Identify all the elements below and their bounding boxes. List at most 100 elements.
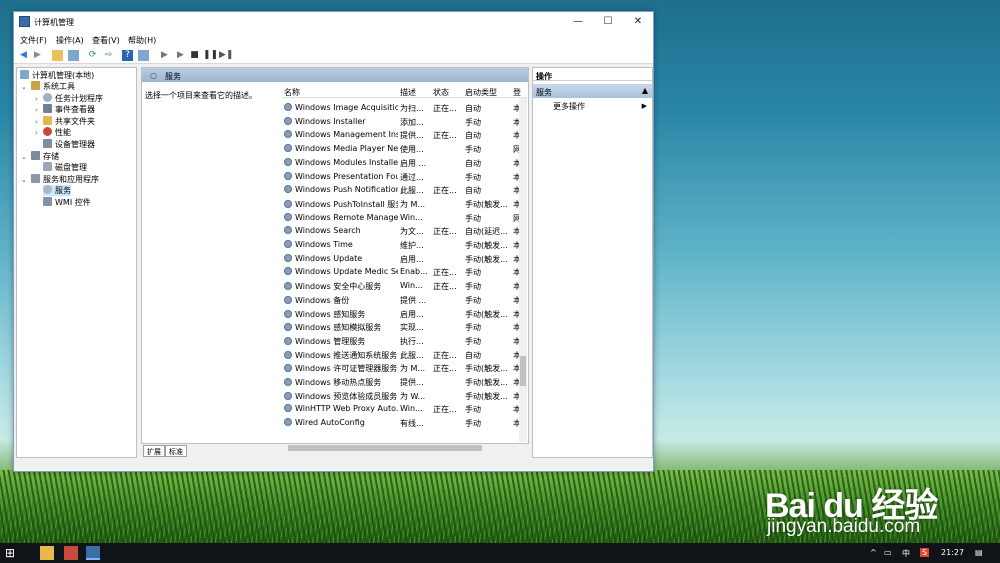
- table-row[interactable]: Windows Installer 添加... 手动本: [282, 115, 522, 129]
- col-name[interactable]: 名称: [284, 87, 300, 98]
- cell-text: 手动: [465, 282, 481, 292]
- clock[interactable]: 21:27: [941, 548, 964, 557]
- table-row[interactable]: Windows Update 启用... 手动(触发... 本: [282, 252, 522, 266]
- table-row[interactable]: Windows Update Medic Se... Enab... 正在... 手动…: [282, 265, 522, 279]
- collapse-arrow-icon[interactable]: ▲: [642, 86, 648, 95]
- sogou-icon[interactable]: S: [920, 548, 930, 557]
- table-row[interactable]: Windows 安全中心服务 Win... 正在... 手动本: [282, 279, 522, 293]
- cell-text: Windows 备份: [295, 295, 350, 305]
- menu-view[interactable]: 查看(V): [92, 35, 120, 46]
- tree-item-event-viewer[interactable]: 事件查看器: [43, 104, 95, 115]
- tree-item-device-manager[interactable]: 设备管理器: [43, 139, 95, 150]
- service-status: 正在...: [433, 267, 463, 278]
- table-row[interactable]: Windows 许可证管理器服务为 M... 正在... 手动(触发... 本: [282, 361, 522, 375]
- services-apps-icon: [31, 174, 40, 183]
- help-icon[interactable]: ?: [122, 50, 133, 61]
- table-row[interactable]: Windows Image Acquisitio... 为扫... 正在... 自动本: [282, 101, 522, 115]
- tree-item-task-scheduler[interactable]: 任务计划程序: [43, 93, 103, 104]
- expand-icon[interactable]: ›: [35, 95, 38, 103]
- col-status[interactable]: 状态: [433, 87, 449, 98]
- start-service-2-icon[interactable]: ▶: [175, 50, 186, 61]
- forward-icon[interactable]: ▶: [32, 50, 43, 61]
- col-startup-type[interactable]: 启动类型: [465, 87, 497, 98]
- table-row[interactable]: Windows Modules Installer 启用 ... 自动本: [282, 156, 522, 170]
- ime-indicator[interactable]: 中: [902, 548, 910, 559]
- tree-item-system-tools[interactable]: 系统工具: [31, 81, 75, 92]
- minimize-button[interactable]: —: [563, 12, 593, 32]
- windows-start-icon[interactable]: ⊞: [5, 546, 19, 560]
- taskbar: ⊞ ^ ▭ 中 S 21:27 ▤: [0, 543, 1000, 563]
- table-row[interactable]: Windows PushToInstall 服务为 M... 手动(触发... 本: [282, 197, 522, 211]
- network-icon[interactable]: ▭: [884, 548, 892, 557]
- cell-text: 手动(触发...: [465, 378, 508, 387]
- refresh-icon[interactable]: ⟳: [87, 50, 98, 61]
- tab-extended[interactable]: 扩展: [143, 445, 165, 457]
- menu-action[interactable]: 操作(A): [56, 35, 84, 46]
- back-icon[interactable]: ◀: [18, 50, 29, 61]
- file-explorer-icon[interactable]: [40, 546, 54, 560]
- tree-label: 服务: [55, 186, 71, 195]
- close-button[interactable]: ✕: [623, 12, 653, 32]
- table-row[interactable]: Windows 预览体验成员服务为 W... 手动(触发... 本: [282, 389, 522, 403]
- table-row[interactable]: Windows Push Notification... 此服... 正在... 自动…: [282, 183, 522, 197]
- action-pane-icon[interactable]: [138, 50, 149, 61]
- stop-service-icon[interactable]: ■: [189, 50, 200, 61]
- table-row[interactable]: Wired AutoConfig 有线... 手动本: [282, 416, 522, 430]
- table-row[interactable]: Windows Remote Manage... Win... 手动网: [282, 211, 522, 225]
- vertical-scrollbar[interactable]: [519, 98, 527, 442]
- table-row[interactable]: Windows Management Ins... 提供... 正在... 自动本: [282, 128, 522, 142]
- tray-overflow-icon[interactable]: ^: [870, 548, 877, 557]
- table-row[interactable]: WinHTTP Web Proxy Auto... Win... 正在... 手动本: [282, 402, 522, 416]
- collapse-icon[interactable]: ⌄: [21, 176, 27, 184]
- col-logon[interactable]: 登: [513, 87, 521, 98]
- menu-file[interactable]: 文件(F): [20, 35, 47, 46]
- table-row[interactable]: Windows Time 维护... 手动(触发... 本: [282, 238, 522, 252]
- tree-root[interactable]: 计算机管理(本地): [20, 70, 94, 81]
- cell-text: 手动: [465, 172, 481, 182]
- tree-item-disk-management[interactable]: 磁盘管理: [43, 162, 87, 173]
- tree-item-performance[interactable]: 性能: [43, 127, 71, 138]
- table-row[interactable]: Windows Presentation Fou... 通过... 手动本: [282, 170, 522, 184]
- start-service-icon[interactable]: ▶: [159, 50, 170, 61]
- tree-item-services-and-apps[interactable]: 服务和应用程序: [31, 174, 99, 185]
- collapse-icon[interactable]: ⌄: [21, 83, 27, 91]
- service-gear-icon: [284, 130, 292, 139]
- expand-icon[interactable]: ›: [35, 118, 38, 126]
- restart-service-icon[interactable]: ▶❚: [219, 50, 233, 61]
- actions-services-section[interactable]: 服务 ▲: [533, 84, 652, 98]
- app-red-icon[interactable]: [64, 546, 78, 560]
- expand-icon[interactable]: ›: [35, 129, 38, 137]
- table-row[interactable]: Windows 感知模拟服务 实现... 手动本: [282, 320, 522, 334]
- collapse-icon[interactable]: ⌄: [21, 153, 27, 161]
- table-row[interactable]: Windows Media Player Net... 使用... 手动网: [282, 142, 522, 156]
- show-hide-tree-icon[interactable]: [68, 50, 79, 61]
- table-row[interactable]: Windows 管理服务 执行... 手动本: [282, 334, 522, 348]
- title-bar[interactable]: 计算机管理 — ☐ ✕: [14, 12, 653, 32]
- table-row[interactable]: Windows Search 为文... 正在... 自动(延迟... 本: [282, 224, 522, 238]
- service-name: Windows 感知服务: [284, 309, 398, 320]
- table-row[interactable]: Windows 感知服务 启用... 手动(触发... 本: [282, 307, 522, 321]
- vertical-scroll-thumb[interactable]: [520, 356, 526, 386]
- expand-icon[interactable]: ›: [35, 106, 38, 114]
- computer-management-task-icon[interactable]: [86, 546, 100, 560]
- tree-item-storage[interactable]: 存储: [31, 151, 59, 162]
- horizontal-scroll-thumb[interactable]: [288, 445, 482, 451]
- table-row[interactable]: Windows 推送通知系统服务 此服... 正在... 自动本: [282, 348, 522, 362]
- tree-item-services[interactable]: 服务: [43, 185, 71, 196]
- maximize-button[interactable]: ☐: [593, 12, 623, 32]
- tree-label: 磁盘管理: [55, 163, 87, 172]
- pause-service-icon[interactable]: ❚❚: [203, 50, 218, 61]
- table-row[interactable]: Windows 移动热点服务 提供... 手动(触发... 本: [282, 375, 522, 389]
- table-row[interactable]: Windows 备份 提供 ... 手动本: [282, 293, 522, 307]
- menu-help[interactable]: 帮助(H): [128, 35, 156, 46]
- tab-standard[interactable]: 标准: [165, 445, 187, 457]
- tree-item-wmi[interactable]: WMI 控件: [43, 197, 91, 208]
- export-list-icon[interactable]: ⇨: [103, 50, 114, 61]
- col-description[interactable]: 描述: [400, 87, 416, 98]
- horizontal-scrollbar[interactable]: [282, 444, 519, 452]
- up-folder-icon[interactable]: [52, 50, 63, 61]
- notification-icon[interactable]: ▤: [975, 548, 983, 557]
- tree-label: 服务和应用程序: [43, 175, 99, 184]
- more-actions[interactable]: 更多操作: [553, 101, 585, 112]
- tree-item-shared-folders[interactable]: 共享文件夹: [43, 116, 95, 127]
